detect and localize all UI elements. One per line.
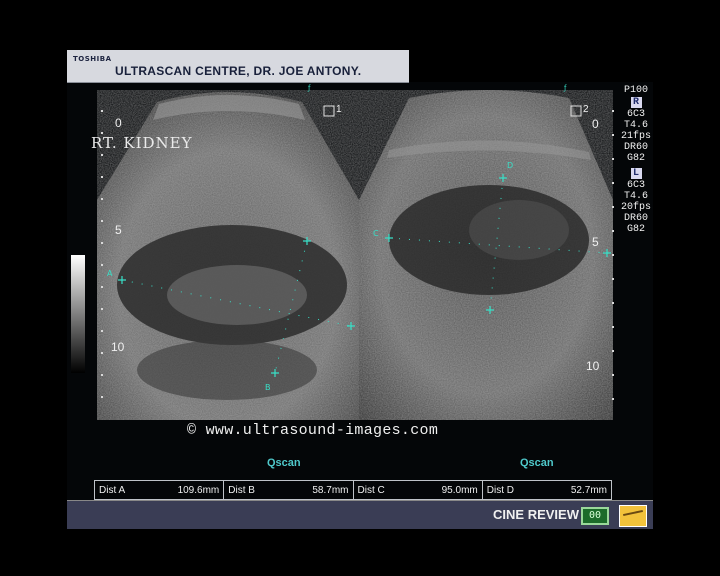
depth-left-0: 0: [115, 116, 122, 130]
caliper-cross: [303, 237, 311, 245]
caliper-label-c: C: [373, 229, 379, 238]
caliper-cross: [385, 234, 393, 242]
section-l-marker: L: [630, 168, 642, 179]
cine-signature-icon[interactable]: [619, 505, 647, 527]
parameters-panel: P100 R 6C3 T4.6 21fps DR60 G82 L 6C3 T4.…: [621, 85, 651, 235]
measurement-cell: Dist A 109.6mm: [94, 481, 223, 499]
measurement-cell: Dist D 52.7mm: [481, 481, 612, 499]
measurement-value: 109.6mm: [177, 484, 220, 496]
measurement-name: Dist D: [486, 484, 514, 496]
param-l-line: 20fps: [621, 202, 652, 213]
measurement-bar: Dist A 109.6mm Dist B 58.7mm Dist C 95.0…: [94, 480, 612, 500]
depth-right-10: 10: [586, 359, 600, 373]
caliper-line-c: [388, 237, 608, 254]
image-annotation: RT. KIDNEY: [91, 134, 193, 152]
measurement-name: Dist A: [99, 484, 126, 496]
caliper-cross: [486, 306, 494, 314]
param-l-line: T4.6: [623, 191, 648, 202]
measurement-value: 95.0mm: [441, 484, 478, 496]
measurement-value: 52.7mm: [570, 484, 607, 496]
caliper-cross: [499, 174, 507, 182]
depth-left-10: 10: [111, 340, 125, 354]
caliper-label-d: D: [507, 161, 513, 170]
depth-right-5: 5: [592, 235, 599, 249]
caliper-line-b: [274, 240, 308, 374]
depth-ticks-right: [612, 110, 614, 410]
param-r-line: DR60: [623, 142, 648, 153]
pane-number-right: 2: [583, 104, 589, 115]
param-r-line: 21fps: [621, 131, 652, 142]
focus-marker-right: ƒ: [563, 84, 567, 92]
caliper-cross: [603, 249, 611, 257]
measurement-cell: Dist B 58.7mm: [223, 481, 352, 499]
measurement-cell: Dist C 95.0mm: [352, 481, 482, 499]
probe-label: P100: [623, 85, 648, 96]
param-l-line: G82: [626, 224, 645, 235]
pane-icon-left: [323, 105, 335, 117]
caliper-line-d: [489, 177, 504, 311]
section-r-marker: R: [630, 97, 642, 108]
cine-review-bar: CINE REVIEW 00: [67, 500, 653, 529]
qscan-left: Qscan: [267, 457, 301, 469]
measurement-name: Dist C: [357, 484, 385, 496]
depth-right-0: 0: [592, 117, 599, 131]
cine-frame-button[interactable]: 00: [581, 507, 609, 525]
caliper-overlay: A B C D ƒ ƒ: [107, 84, 611, 392]
param-l-line: DR60: [623, 213, 648, 224]
param-r-line: G82: [626, 153, 645, 164]
caliper-label-a: A: [107, 269, 113, 278]
focus-marker-left: ƒ: [307, 84, 311, 92]
measurement-value: 58.7mm: [312, 484, 349, 496]
cine-review-label: CINE REVIEW: [493, 507, 579, 522]
param-l-line: 6C3: [626, 180, 645, 191]
grayscale-bar: [71, 255, 85, 373]
caliper-cross: [347, 322, 355, 330]
depth-left-5: 5: [115, 223, 122, 237]
caliper-line-a: [121, 279, 352, 327]
pane-icon-right: [570, 105, 582, 117]
ultrasound-screen: TOSHIBA ULTRASCAN CENTRE, DR. JOE ANTONY…: [67, 50, 653, 529]
param-r-line: T4.6: [623, 120, 648, 131]
measurement-name: Dist B: [228, 484, 255, 496]
depth-ticks-left: [101, 110, 103, 410]
caliper-cross: [118, 276, 126, 284]
param-r-line: 6C3: [626, 109, 645, 120]
caliper-cross: [271, 369, 279, 377]
copyright-text: © www.ultrasound-images.com: [187, 422, 439, 439]
caliper-label-b: B: [265, 383, 271, 392]
qscan-right: Qscan: [520, 457, 554, 469]
pane-number-left: 1: [336, 104, 342, 115]
